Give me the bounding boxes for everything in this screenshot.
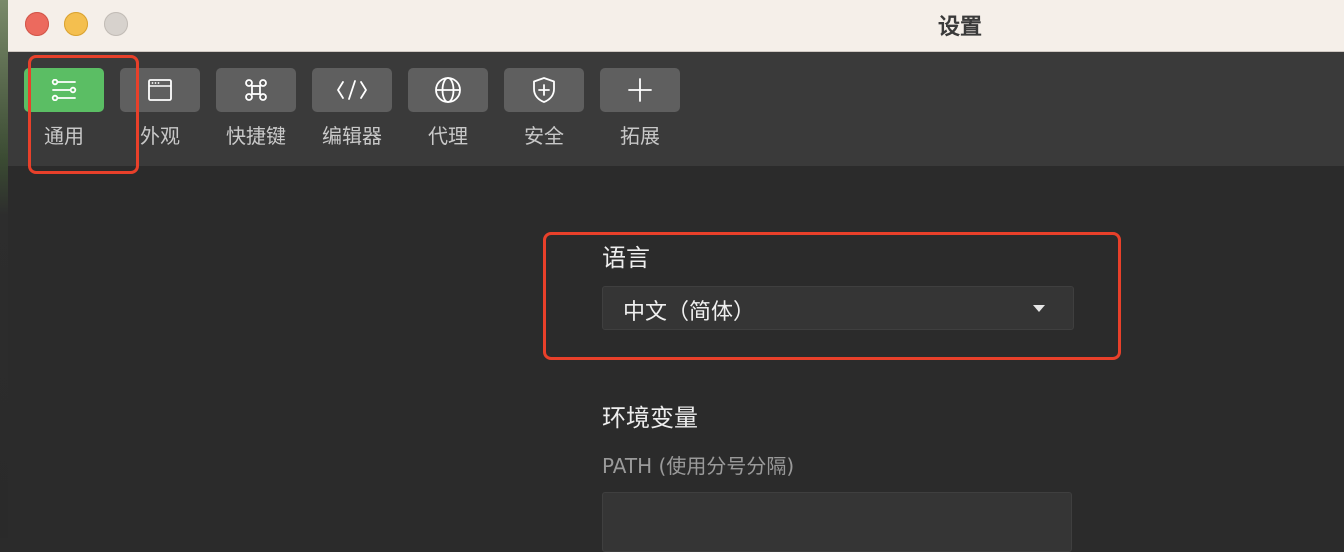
- tab-label: 代理: [428, 124, 468, 148]
- window-icon: [148, 79, 172, 101]
- path-input[interactable]: [602, 492, 1072, 552]
- tab-appearance[interactable]: 外观: [120, 68, 200, 168]
- tab-label: 快捷键: [226, 124, 286, 148]
- tab-editor[interactable]: 编辑器: [312, 68, 392, 168]
- globe-icon: [435, 77, 461, 103]
- tab-extensions[interactable]: 拓展: [600, 68, 680, 168]
- tab-security[interactable]: 安全: [504, 68, 584, 168]
- tab-label: 通用: [44, 124, 84, 148]
- code-icon: [337, 80, 367, 100]
- command-key-icon: [245, 79, 267, 101]
- env-section-title: 环境变量: [602, 404, 698, 432]
- settings-window: 设置 通用 外观 快捷键 编辑器 代理 安全 拓展 语言 中文（简体） 环境变量…: [8, 0, 1344, 552]
- language-select[interactable]: 中文（简体）: [602, 286, 1074, 330]
- settings-toolbar: 通用 外观 快捷键 编辑器 代理 安全 拓展: [8, 52, 1344, 166]
- tab-proxy[interactable]: 代理: [408, 68, 488, 168]
- window-title: 设置: [938, 15, 983, 40]
- tab-general[interactable]: 通用: [24, 68, 104, 168]
- close-window-button[interactable]: [25, 12, 49, 36]
- language-section-title: 语言: [602, 244, 650, 272]
- tab-label: 编辑器: [322, 124, 382, 148]
- tab-label: 外观: [140, 124, 180, 148]
- path-field-label: PATH (使用分号分隔): [602, 454, 795, 478]
- title-bar: 设置: [8, 0, 1344, 52]
- caret-down-icon: [1033, 305, 1045, 312]
- zoom-window-button[interactable]: [104, 12, 128, 36]
- minimize-window-button[interactable]: [64, 12, 88, 36]
- shield-plus-icon: [533, 77, 555, 103]
- tab-shortcuts[interactable]: 快捷键: [216, 68, 296, 168]
- tab-label: 拓展: [620, 124, 660, 148]
- language-select-value: 中文（简体）: [623, 300, 756, 325]
- plus-icon: [628, 78, 652, 102]
- sliders-icon: [51, 79, 77, 101]
- tab-label: 安全: [524, 124, 564, 148]
